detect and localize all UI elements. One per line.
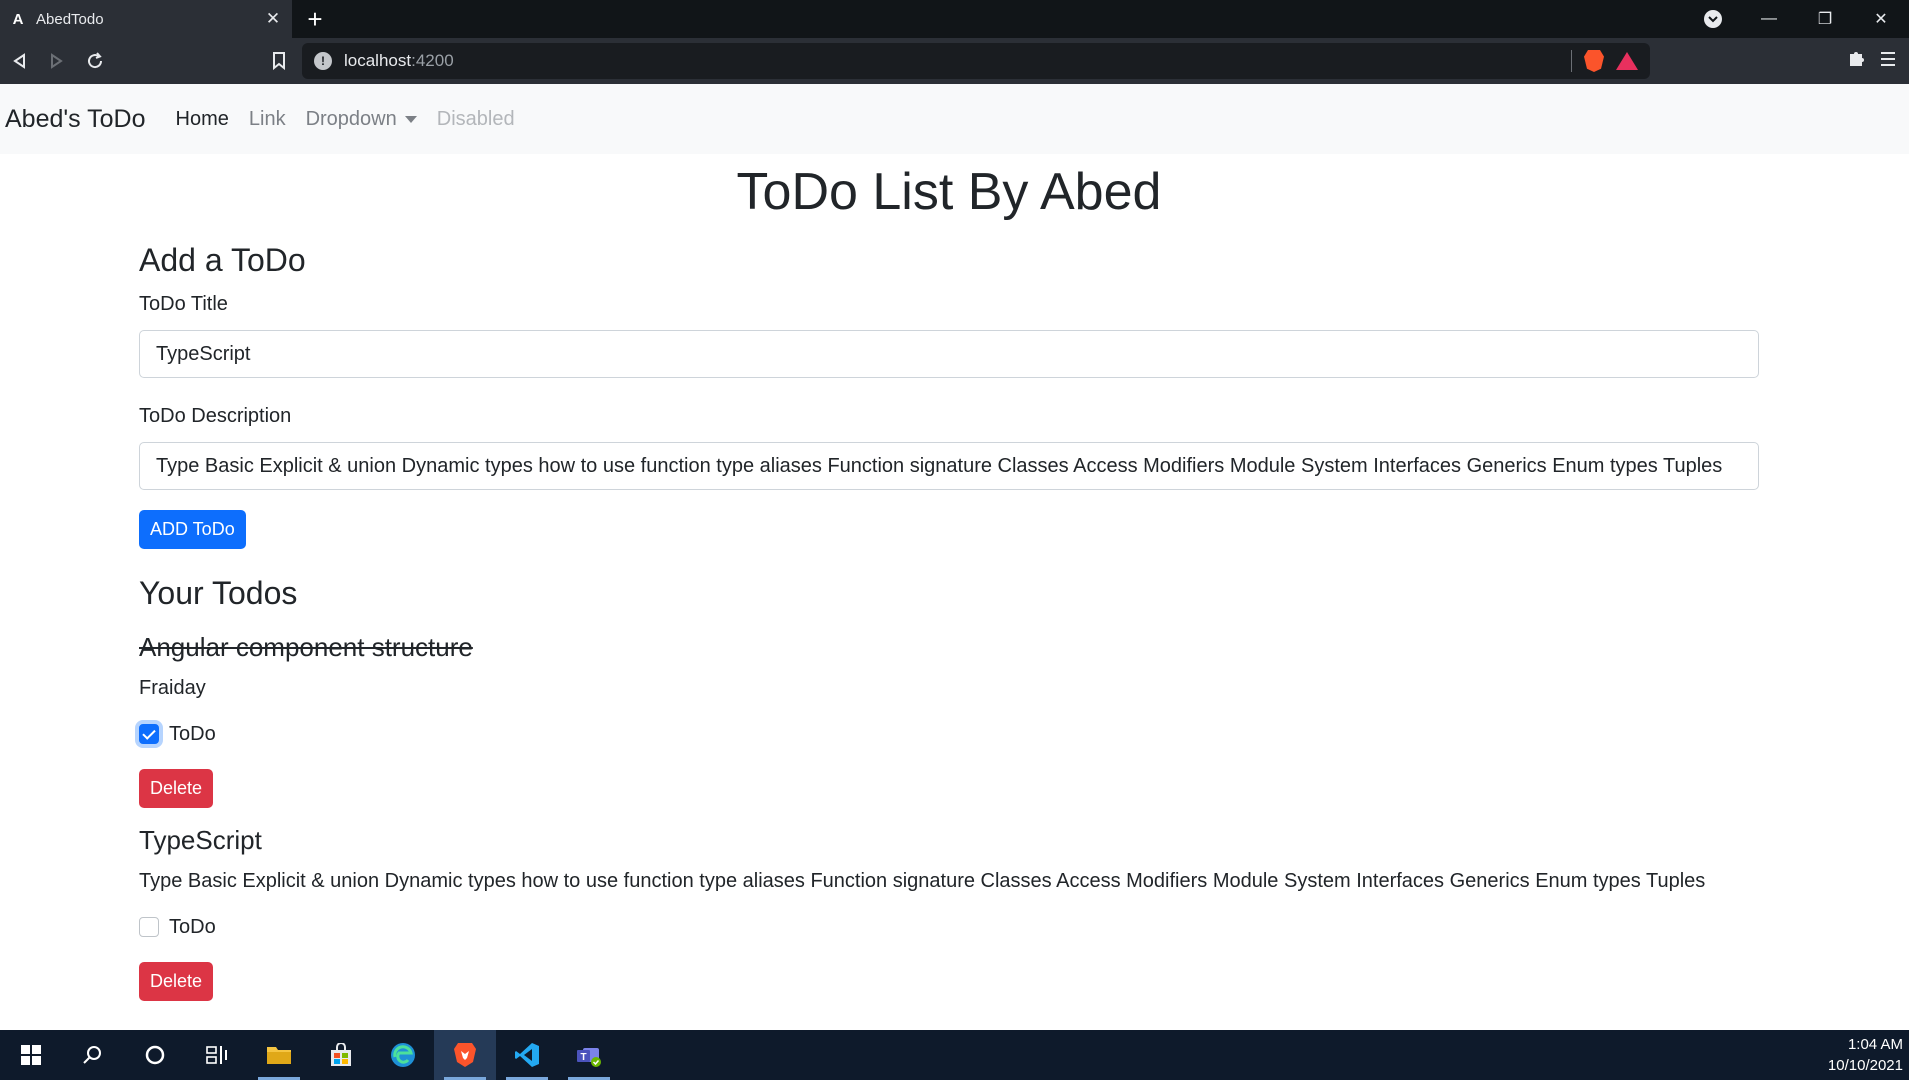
close-window-button[interactable]: ✕ [1853,0,1909,38]
clock-date: 10/10/2021 [1827,1057,1903,1074]
clock-time: 1:04 AM [1847,1036,1903,1053]
brave-browser-button[interactable] [434,1030,496,1080]
todo-item-description: Type Basic Explicit & union Dynamic type… [139,870,1706,892]
folder-icon [267,1047,291,1064]
reload-icon [88,52,103,69]
task-view-icon [206,1046,227,1064]
back-button[interactable] [0,42,38,80]
menu-hamburger-icon[interactable] [1881,50,1895,73]
todo-done-checkbox-label[interactable]: ToDo [169,916,216,939]
brave-lion-icon [454,1043,476,1067]
edge-browser-icon [391,1043,415,1067]
caret-down-icon [404,115,417,123]
nav-dropdown[interactable]: Dropdown [306,108,417,131]
search-icon [83,1046,101,1064]
store-button[interactable] [310,1030,372,1080]
main-content: ToDo List By Abed Add a ToDo ToDo Title … [139,154,1759,1001]
browser-tab[interactable]: A AbedTodo ✕ [0,0,292,38]
windows-logo-icon [21,1045,41,1065]
todo-title-label: ToDo Title [139,293,228,315]
task-view-button[interactable] [186,1030,248,1080]
add-todo-heading: Add a ToDo [139,242,306,278]
chevron-down-icon [1704,10,1722,28]
delete-todo-button[interactable]: Delete [139,962,214,1001]
teams-icon: T [577,1048,601,1067]
teams-button[interactable]: T [558,1030,620,1080]
cortana-button[interactable] [124,1030,186,1080]
bookmark-button[interactable] [264,46,294,76]
close-tab-icon[interactable]: ✕ [264,9,282,28]
address-bar[interactable]: ! localhost:4200 [302,43,1650,79]
delete-todo-button[interactable]: Delete [139,769,214,808]
system-clock[interactable]: 1:04 AM 10/10/2021 [1828,1034,1903,1076]
tab-search-button[interactable] [1685,0,1741,38]
bookmark-icon [273,52,285,70]
todo-description-label: ToDo Description [139,405,292,427]
angular-favicon-icon: A [12,10,24,28]
todo-done-checkbox[interactable] [139,724,159,744]
start-button[interactable] [0,1030,62,1080]
omnibox-divider [1571,50,1572,72]
navbar-brand[interactable]: Abed's ToDo [5,105,146,134]
todo-done-checkbox-row: ToDo [139,719,1759,749]
vscode-button[interactable] [496,1030,558,1080]
windows-taskbar: T 1:04 AM 10/10/2021 [0,1030,1909,1080]
toolbar-right [1847,38,1909,84]
new-tab-button[interactable]: + [292,0,338,38]
search-button[interactable] [62,1030,124,1080]
tab-title: AbedTodo [36,10,104,28]
app-navbar: Abed's ToDo Home Link Dropdown Disabled [0,84,1909,154]
nav-link-link[interactable]: Link [249,108,286,131]
todo-done-checkbox[interactable] [139,917,159,937]
todo-item-description: Fraiday [139,677,206,699]
todo-title-input[interactable] [139,330,1759,378]
todo-item: TypeScript Type Basic Explicit & union D… [139,820,1759,1001]
svg-text:T: T [580,1052,586,1063]
window-controls: — ❐ ✕ [1685,0,1909,38]
reload-button[interactable] [76,42,114,80]
todo-done-checkbox-row: ToDo [139,912,1759,942]
restore-button[interactable]: ❐ [1797,0,1853,38]
edge-button[interactable] [372,1030,434,1080]
browser-tab-strip: A AbedTodo ✕ + — ❐ ✕ [0,0,1909,38]
forward-button[interactable] [38,42,76,80]
site-info-icon[interactable]: ! [314,52,332,70]
todo-item-title: TypeScript [139,825,262,855]
vscode-icon [515,1043,539,1067]
add-todo-button[interactable]: ADD ToDo [139,510,246,549]
browser-toolbar: ! localhost:4200 [0,38,1909,84]
nav-link-disabled: Disabled [436,107,515,130]
extensions-puzzle-icon[interactable] [1847,48,1867,74]
your-todos-heading: Your Todos [139,575,298,611]
brave-rewards-icon[interactable] [1616,52,1638,70]
todo-item-title: Angular component structure [139,632,473,662]
file-explorer-button[interactable] [248,1030,310,1080]
todo-description-input[interactable] [139,442,1759,490]
store-bag-icon [331,1043,351,1066]
minimize-button[interactable]: — [1741,0,1797,38]
cortana-circle-icon [145,1045,165,1065]
page-title: ToDo List By Abed [736,163,1162,221]
brave-shields-icon[interactable] [1584,50,1604,72]
forward-arrow-icon [51,53,63,69]
todo-item: Angular component structure Fraiday ToDo… [139,627,1759,808]
url-text: localhost:4200 [344,51,454,70]
todo-done-checkbox-label[interactable]: ToDo [169,723,216,746]
nav-dropdown-label: Dropdown [305,107,397,130]
nav-link-home[interactable]: Home [176,108,229,131]
back-arrow-icon [13,53,25,69]
